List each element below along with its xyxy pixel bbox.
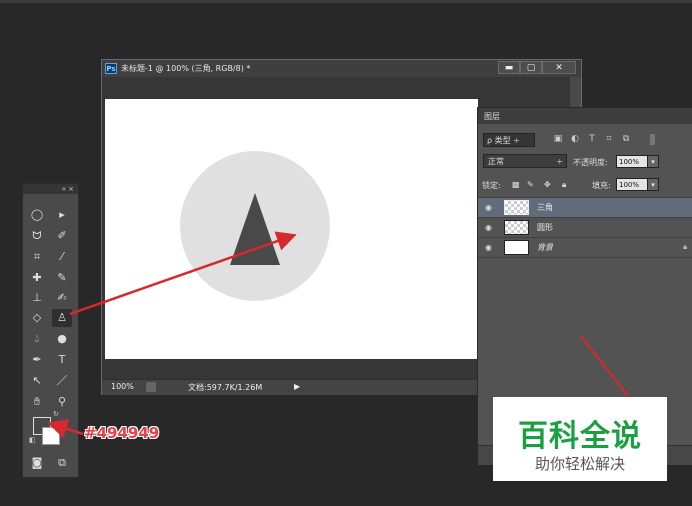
- layer-name: 圆形: [537, 223, 553, 232]
- filter-toggle[interactable]: [650, 134, 655, 145]
- opacity-field[interactable]: 100%: [616, 155, 648, 168]
- tab-layers[interactable]: 图层: [484, 111, 500, 122]
- marquee-tool-icon[interactable]: ◯: [27, 206, 47, 224]
- color-hex-annotation: #494949: [84, 424, 160, 442]
- lock-pixels-icon[interactable]: ✎: [527, 180, 534, 189]
- smart-object-filter-icon[interactable]: ⧉: [621, 134, 631, 145]
- toolbox-collapse-close[interactable]: « ×: [62, 184, 74, 194]
- blur-tool-icon[interactable]: 💧︎: [27, 330, 47, 348]
- paint-bucket-tool-icon[interactable]: ♙: [52, 309, 72, 327]
- dodge-tool-icon[interactable]: ●: [52, 330, 72, 348]
- type-filter-icon[interactable]: T: [587, 134, 597, 145]
- path-selection-tool-icon[interactable]: ↖: [27, 372, 47, 390]
- zoom-tool-icon[interactable]: ⚲: [52, 393, 72, 411]
- document-title: 未标题-1 @ 100% (三角, RGB/8) *: [121, 64, 251, 73]
- layer-row[interactable]: ◉ 三角: [478, 197, 692, 217]
- watermark-title: 百科全说: [518, 419, 642, 454]
- blend-mode-value: 正常: [488, 157, 504, 166]
- photoshop-logo-icon: Ps: [105, 63, 117, 74]
- clone-stamp-tool-icon[interactable]: ⊥: [27, 289, 47, 307]
- layer-name: 三角: [537, 203, 553, 212]
- status-info-icon[interactable]: [146, 382, 156, 392]
- healing-brush-tool-icon[interactable]: ✚: [27, 269, 47, 287]
- lock-transparent-icon[interactable]: ▩: [512, 180, 520, 189]
- opacity-label: 不透明度:: [573, 158, 608, 167]
- toolbox-header[interactable]: « ×: [23, 184, 78, 194]
- eye-icon[interactable]: ◉: [485, 223, 492, 232]
- image-filter-icon[interactable]: ▣: [553, 134, 563, 145]
- shape-filter-icon[interactable]: ⌗: [604, 134, 614, 145]
- screen-mode-icon[interactable]: ⧉: [52, 454, 72, 472]
- layer-name: 背景: [537, 243, 553, 252]
- layer-thumbnail: [504, 240, 529, 255]
- layer-thumbnail: [504, 220, 529, 235]
- fill-label: 填充:: [592, 181, 611, 190]
- fill-field[interactable]: 100%: [616, 178, 648, 191]
- background-color-swatch[interactable]: [42, 427, 60, 445]
- maximize-button[interactable]: ▢: [520, 61, 542, 74]
- swap-colors-icon[interactable]: ↻: [53, 410, 59, 418]
- canvas-artwork: [180, 151, 330, 301]
- document-size: 文档:597.7K/1.26M: [188, 383, 263, 392]
- layers-panel-header: 图层: [478, 108, 692, 124]
- document-titlebar[interactable]: Ps 未标题-1 @ 100% (三角, RGB/8) * ▬ ▢ ✕: [102, 60, 581, 77]
- canvas[interactable]: [105, 99, 478, 359]
- toolbox: « × ◯ ▸ ᗢ ✐ ⌗ ⁄ ✚ ✎ ⊥ ✍ ◇ ♙ 💧︎ ● ✒ T ↖ ／…: [22, 183, 79, 478]
- eye-icon[interactable]: ◉: [485, 203, 492, 212]
- eye-icon[interactable]: ◉: [485, 243, 492, 252]
- layer-filter-select[interactable]: ρ 类型 ÷: [483, 133, 535, 147]
- eyedropper-tool-icon[interactable]: ⁄: [52, 248, 72, 266]
- layer-row[interactable]: ◉ 背景 🔒︎: [478, 237, 692, 258]
- history-brush-tool-icon[interactable]: ✍: [52, 289, 72, 307]
- brush-tool-icon[interactable]: ✎: [52, 269, 72, 287]
- quick-select-tool-icon[interactable]: ✐: [52, 227, 72, 245]
- lasso-tool-icon[interactable]: ᗢ: [27, 227, 47, 245]
- line-tool-icon[interactable]: ／: [52, 372, 72, 390]
- type-tool-icon[interactable]: T: [52, 351, 72, 369]
- chevron-down-icon: ÷: [556, 157, 563, 166]
- watermark-subtitle: 助你轻松解决: [534, 455, 625, 473]
- default-colors-icon[interactable]: ◧: [29, 436, 36, 444]
- layer-row[interactable]: ◉ 圆形: [478, 217, 692, 237]
- watermark: 百科全说 助你轻松解决: [493, 397, 667, 481]
- minimize-button[interactable]: ▬: [498, 61, 520, 74]
- lock-label: 锁定:: [482, 181, 501, 190]
- quick-mask-icon[interactable]: ◙: [27, 454, 47, 472]
- crop-tool-icon[interactable]: ⌗: [27, 248, 47, 266]
- pen-tool-icon[interactable]: ✒: [27, 351, 47, 369]
- eraser-tool-icon[interactable]: ◇: [27, 309, 47, 327]
- layer-thumbnail: [504, 200, 529, 215]
- opacity-slider-button[interactable]: ▾: [647, 155, 659, 168]
- lock-icon: 🔒︎: [683, 242, 688, 251]
- lock-position-icon[interactable]: ✥: [544, 180, 551, 189]
- fill-slider-button[interactable]: ▾: [647, 178, 659, 191]
- app-top-strip: [0, 0, 692, 3]
- status-menu-arrow-icon[interactable]: ▶: [294, 382, 300, 391]
- move-tool-icon[interactable]: ▸: [52, 206, 72, 224]
- lock-all-icon[interactable]: 🔒︎: [562, 180, 566, 190]
- zoom-level[interactable]: 100%: [111, 382, 134, 391]
- close-button[interactable]: ✕: [542, 61, 576, 74]
- hand-tool-icon[interactable]: ✋︎: [27, 393, 47, 411]
- adjustment-filter-icon[interactable]: ◐: [570, 134, 580, 145]
- blend-mode-select[interactable]: 正常 ÷: [483, 154, 567, 168]
